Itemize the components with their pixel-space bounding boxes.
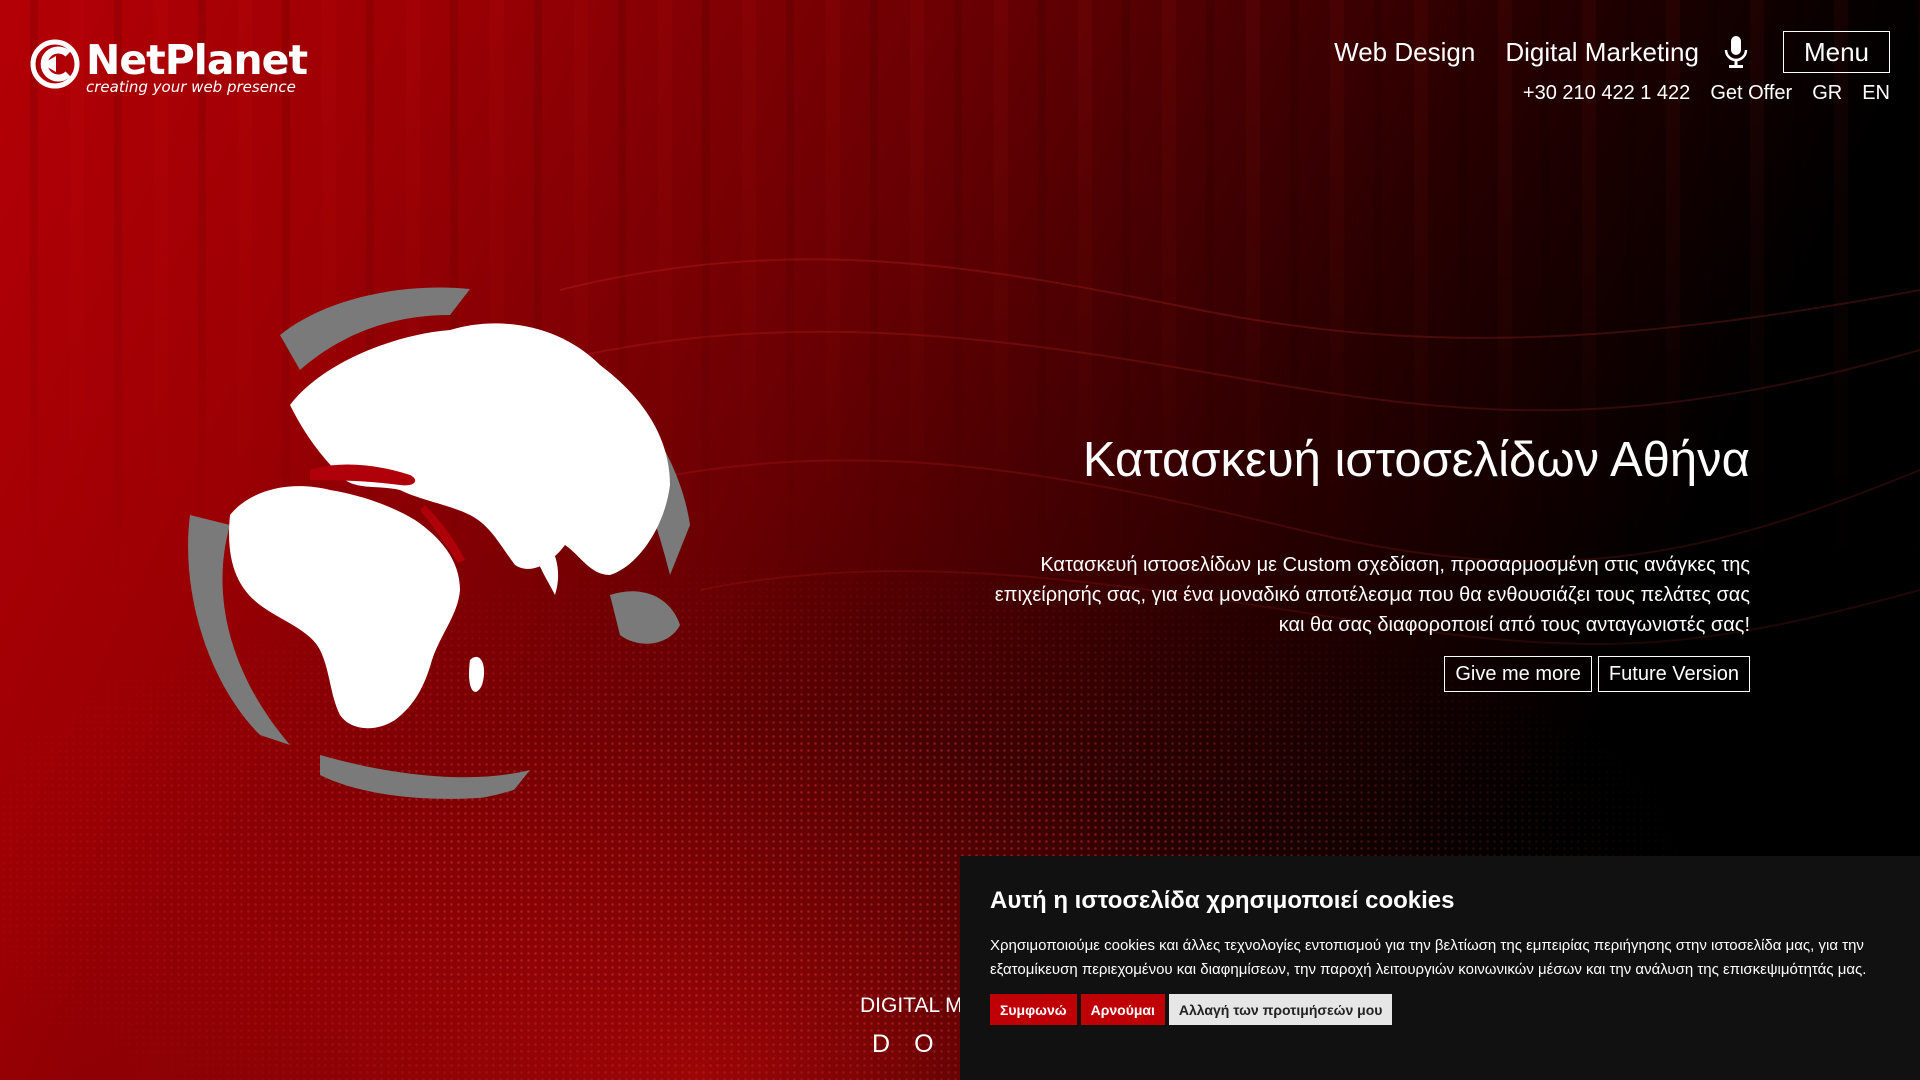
cookie-deny-button[interactable]: Αρνούμαι — [1080, 994, 1165, 1025]
ticker-letter: O — [914, 1030, 934, 1058]
cookie-title: Αυτή η ιστοσελίδα χρησιμοποιεί cookies — [990, 887, 1455, 914]
globe-illustration — [188, 287, 690, 799]
secondary-navigation: +30 210 422 1 422 Get Offer GR EN — [1503, 82, 1890, 105]
hero-section: Κατασκευή ιστοσελίδων Αθήνα Κατασκευή ισ… — [990, 430, 1750, 692]
give-me-more-button[interactable]: Give me more — [1444, 656, 1592, 692]
microphone-icon[interactable] — [1723, 35, 1749, 69]
nav-web-design[interactable]: Web Design — [1334, 37, 1475, 68]
netplanet-logo-icon — [30, 39, 80, 89]
cookie-banner: Αυτή η ιστοσελίδα χρησιμοποιεί cookies Χ… — [960, 856, 1920, 1080]
ticker-letters: D O — [872, 1030, 934, 1059]
ticker-label: DIGITAL M — [860, 994, 963, 1017]
cookie-preferences-button[interactable]: Αλλαγή των προτιμήσεών μου — [1168, 994, 1393, 1025]
future-version-button[interactable]: Future Version — [1597, 656, 1750, 692]
menu-button[interactable]: Menu — [1782, 31, 1890, 73]
logo-link[interactable]: NetPlanet creating your web presence — [30, 36, 330, 96]
ticker-letter: D — [872, 1030, 891, 1058]
phone-link[interactable]: +30 210 422 1 422 — [1523, 82, 1690, 105]
hero-actions: Give me more Future Version — [990, 656, 1750, 692]
get-offer-link[interactable]: Get Offer — [1710, 82, 1792, 105]
language-gr-link[interactable]: GR — [1812, 82, 1842, 105]
hero-title: Κατασκευή ιστοσελίδων Αθήνα — [1082, 433, 1750, 487]
cookie-actions: Συμφωνώ Αρνούμαι Αλλαγή των προτιμήσεών … — [990, 994, 1890, 1025]
cookie-text: Χρησιμοποιούμε cookies και άλλες τεχνολο… — [990, 937, 1867, 978]
hero-description: Κατασκευή ιστοσελίδων με Custom σχεδίαση… — [994, 554, 1750, 636]
brand-tagline: creating your web presence — [86, 78, 296, 96]
top-navigation: Web Design Digital Marketing Menu — [1304, 30, 1890, 74]
language-en-link[interactable]: EN — [1862, 82, 1890, 105]
brand-name: NetPlanet — [86, 36, 308, 84]
cookie-accept-button[interactable]: Συμφωνώ — [990, 994, 1077, 1025]
nav-digital-marketing[interactable]: Digital Marketing — [1505, 37, 1699, 68]
